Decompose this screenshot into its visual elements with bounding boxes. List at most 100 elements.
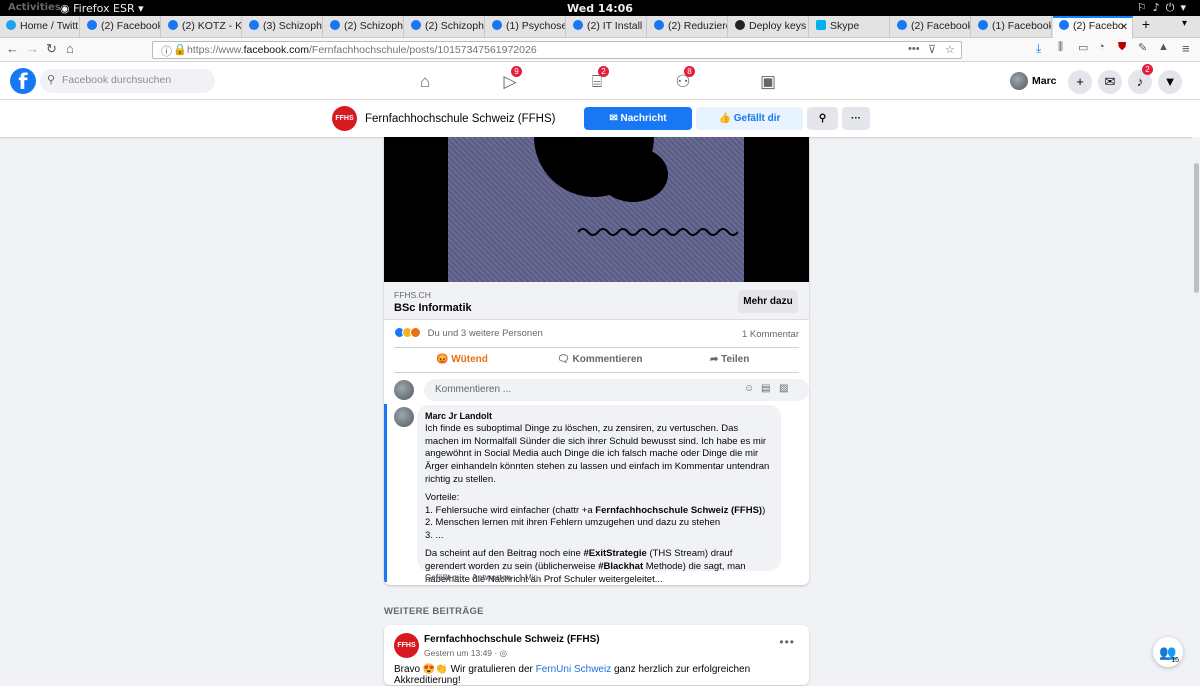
close-tab-icon[interactable]: ✕ <box>1120 22 1128 33</box>
comment-count[interactable]: 1 Kommentar <box>742 329 799 340</box>
back-icon[interactable]: ← <box>6 41 19 56</box>
like-page-button[interactable]: 👍 Gefällt dir <box>696 107 803 130</box>
groups-icon[interactable]: ⚇ 8 <box>673 66 695 92</box>
downloads-icon[interactable]: ⤓ <box>1036 41 1041 56</box>
url-bar[interactable]: ⓘ 🔒 https://www.facebook.com/Fernfachhoc… <box>152 41 962 59</box>
post-author[interactable]: Fernfachhochschule Schweiz (FFHS) <box>424 634 600 645</box>
notifications-icon[interactable]: ♪ 2 <box>1128 64 1153 94</box>
notifications-badge: 2 <box>1142 64 1153 75</box>
search-placeholder: Facebook durchsuchen <box>62 74 172 86</box>
tab-label: (2) Schizoph <box>425 20 484 32</box>
list-tabs-icon[interactable]: ▾ <box>1182 18 1187 29</box>
facebook-icon <box>168 20 178 30</box>
post-card: FFHS Fernfachhochschule Schweiz (FFHS) G… <box>384 625 809 686</box>
system-top-bar: Activities ◉ Firefox ESR ▾ Wed 14:06 ⚐♪⏻… <box>0 0 1200 16</box>
forward-icon[interactable]: → <box>26 41 39 56</box>
twitter-icon <box>6 20 16 30</box>
clock[interactable]: Wed 14:06 <box>0 2 1200 15</box>
info-icon[interactable]: ⓘ <box>161 43 172 59</box>
facebook-icon <box>978 20 988 30</box>
comment-reply-link[interactable]: Antworten <box>472 573 512 582</box>
bookmark-star-icon[interactable]: ☆ <box>945 43 955 56</box>
page-actions-button[interactable]: ••• <box>908 43 920 55</box>
browser-tab[interactable]: (3) Schizophr <box>243 16 323 38</box>
browser-tab[interactable]: Deploy keys <box>729 16 809 38</box>
comment-author[interactable]: Marc Jr Landolt <box>425 410 773 423</box>
ffhs-logo[interactable]: FFHS <box>332 106 357 131</box>
browser-tab[interactable]: (2) Facebook <box>891 16 971 38</box>
comment-time[interactable]: 1 Min. <box>518 573 540 582</box>
gaming-icon[interactable]: ▣ <box>758 72 778 92</box>
ffhs-logo[interactable]: FFHS <box>394 633 419 658</box>
learn-more-button[interactable]: Mehr dazu <box>738 290 798 313</box>
angry-reaction-icon <box>410 327 421 338</box>
page-mention[interactable]: Fernfachhochschule Schweiz (FFHS) <box>595 505 762 516</box>
account-menu-icon[interactable]: ▼ <box>1158 70 1182 94</box>
emoji-icon: 😍👏 <box>422 664 448 675</box>
new-tab-button[interactable]: + <box>1138 16 1154 32</box>
comment-paragraph: Ich finde es suboptimal Dinge zu löschen… <box>425 422 770 485</box>
browser-tab[interactable]: Home / Twitt <box>0 16 80 38</box>
ublock-icon[interactable]: ⛊ <box>1118 41 1126 54</box>
home-icon[interactable]: ⌂ <box>415 72 435 92</box>
browser-tab[interactable]: (2) Reduziere <box>648 16 728 38</box>
browser-tab[interactable]: (2) Schizoph <box>405 16 485 38</box>
page-search-button[interactable]: ⚲ <box>807 107 838 130</box>
post-options-icon[interactable]: ••• <box>779 635 795 649</box>
hashtag[interactable]: #Blackhat <box>598 561 643 572</box>
power-icon: ⏻▾ <box>1165 1 1192 14</box>
link-domain: FFHS.CH <box>394 290 431 300</box>
reload-icon[interactable]: ↻ <box>46 41 57 57</box>
sticker-icon[interactable]: ▨ <box>779 383 788 394</box>
hashtag[interactable]: #ExitStrategie <box>583 548 646 559</box>
tab-label: (2) KOTZ - Ko <box>182 20 242 32</box>
contacts-button[interactable]: 👥 15 <box>1153 637 1183 667</box>
browser-tab[interactable]: (1) Psychosen <box>486 16 566 38</box>
system-tray[interactable]: ⚐♪⏻▾ <box>1137 1 1192 15</box>
facebook-logo[interactable]: f <box>10 68 36 94</box>
share-icon: ➦ <box>710 354 722 365</box>
library-icon[interactable]: ⫼ <box>1058 41 1063 54</box>
extension-icon[interactable]: ✎ <box>1138 41 1147 54</box>
network-icon: ⚐ <box>1136 1 1153 14</box>
home-icon[interactable]: ⌂ <box>66 41 74 56</box>
angry-button[interactable]: 😡 Wütend <box>436 354 488 365</box>
browser-tab[interactable]: (2) Facebook <box>81 16 161 38</box>
lock-icon[interactable]: 🔒 <box>173 43 187 56</box>
emoji-icon[interactable]: ☺ <box>744 383 754 394</box>
comment-like-link[interactable]: Gefällt mir <box>425 573 465 582</box>
tab-label: Deploy keys <box>749 20 807 32</box>
create-icon[interactable]: + <box>1068 70 1092 94</box>
extension-icon[interactable]: ▲ <box>1158 41 1169 53</box>
marketplace-icon[interactable]: ⌸ 2 <box>587 66 609 92</box>
sidebar-icon[interactable]: ▭ <box>1078 41 1088 54</box>
browser-tab[interactable]: (2) Facebo ✕ <box>1053 16 1133 38</box>
post-time[interactable]: Gestern um 13:49 · ◎ <box>424 648 507 659</box>
commenter-avatar[interactable] <box>394 407 414 427</box>
comment-input[interactable]: Kommentieren ... ☺ ▤ ▨ <box>424 379 809 401</box>
post-text-part: Wir gratulieren der <box>447 664 536 675</box>
reaction-summary[interactable]: Du und 3 weitere Personen <box>394 327 543 339</box>
mention-link[interactable]: FernUni Schweiz <box>536 664 612 675</box>
link-preview[interactable]: FFHS.CH BSc Informatik Mehr dazu <box>384 282 809 320</box>
post-image[interactable] <box>384 137 809 282</box>
browser-tab[interactable]: Skype <box>810 16 890 38</box>
message-button[interactable]: ✉ Nachricht <box>584 107 692 130</box>
watch-icon[interactable]: ▷ 9 <box>500 66 522 92</box>
pocket-icon[interactable]: ⊽ <box>928 43 936 56</box>
comment-button[interactable]: 🗨 Kommentieren <box>557 354 643 365</box>
browser-tab[interactable]: (2) KOTZ - Ko <box>162 16 242 38</box>
browser-tab[interactable]: (2) IT Install N <box>567 16 647 38</box>
facebook-search-input[interactable]: ⚲ Facebook durchsuchen <box>40 69 215 93</box>
page-name[interactable]: Fernfachhochschule Schweiz (FFHS) <box>365 113 555 125</box>
gif-icon[interactable]: ▤ <box>761 383 770 394</box>
page-more-button[interactable]: ··· <box>842 107 870 130</box>
browser-tab[interactable]: (2) Schizophr <box>324 16 404 38</box>
messenger-icon[interactable]: ✉ <box>1098 70 1122 94</box>
browser-tab[interactable]: (1) Facebook <box>972 16 1052 38</box>
profile-shortcut[interactable]: Marc <box>1010 72 1057 90</box>
hamburger-menu-icon[interactable]: ≡ <box>1182 41 1190 56</box>
extension-icon[interactable]: ◔ <box>1098 41 1105 53</box>
share-button[interactable]: ➦ Teilen <box>710 354 749 365</box>
scrollbar-thumb[interactable] <box>1194 163 1199 293</box>
